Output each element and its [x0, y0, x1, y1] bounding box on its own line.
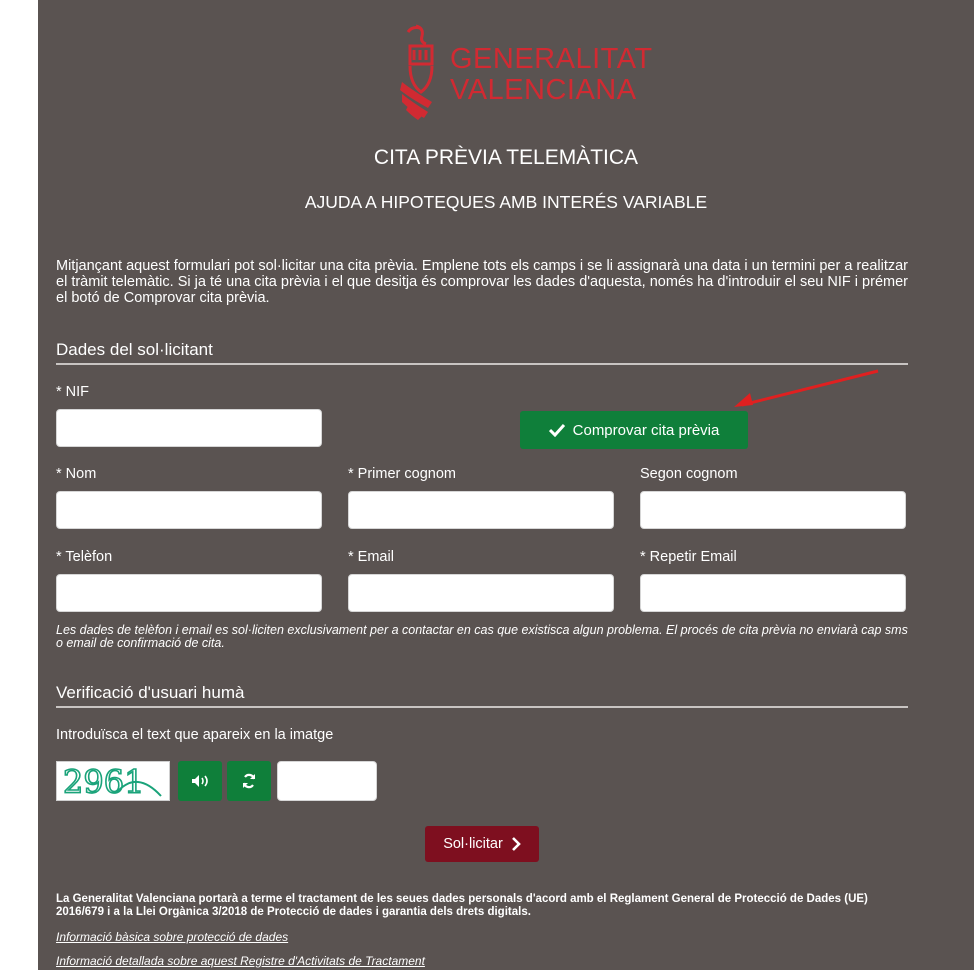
email-repeat-input[interactable] — [640, 574, 906, 612]
verification-section-divider — [56, 706, 908, 708]
logo-line1: GENERALITAT — [450, 43, 653, 75]
chevron-right-icon — [511, 837, 521, 851]
name-label: * Nom — [56, 466, 97, 482]
check-appointment-button[interactable]: Comprovar cita prèvia — [520, 411, 748, 449]
intro-text: Mitjançant aquest formulari pot sol·lici… — [56, 258, 908, 306]
form-panel: GENERALITAT VALENCIANA CITA PRÈVIA TELEM… — [38, 0, 974, 970]
captcha-refresh-button[interactable] — [227, 761, 271, 801]
captcha-input[interactable] — [277, 761, 377, 801]
nif-label: * NIF — [56, 384, 90, 400]
page-title: CITA PRÈVIA TELEMÀTICA — [373, 146, 639, 169]
red-arrow-annotation — [734, 369, 879, 407]
basic-data-protection-link[interactable]: Informació bàsica sobre protecció de dad… — [56, 930, 288, 944]
check-appointment-label: Comprovar cita prèvia — [572, 421, 720, 439]
refresh-icon — [242, 773, 256, 789]
contact-note: Les dades de telèfon i email es sol·lici… — [56, 623, 908, 650]
captcha-image: 2961 — [56, 761, 170, 802]
detailed-processing-registry-link[interactable]: Informació detallada sobre aquest Regist… — [56, 954, 425, 968]
generalitat-logo: GENERALITAT VALENCIANA — [398, 22, 652, 122]
coat-of-arms-icon — [400, 24, 434, 120]
nif-input[interactable] — [56, 409, 322, 447]
email-input[interactable] — [348, 574, 614, 612]
email-repeat-label: * Repetir Email — [640, 549, 737, 565]
checkmark-icon — [548, 423, 565, 437]
page-subtitle: AJUDA A HIPOTEQUES AMB INTERÉS VARIABLE — [304, 192, 708, 212]
surname2-label: Segon cognom — [640, 466, 738, 482]
phone-label: * Telèfon — [56, 549, 113, 565]
verification-section-heading: Verificació d'usuari humà — [56, 683, 245, 702]
surname1-label: * Primer cognom — [348, 466, 456, 482]
name-input[interactable] — [56, 491, 322, 529]
submit-button[interactable]: Sol·licitar — [425, 826, 539, 862]
captcha-audio-button[interactable] — [178, 761, 222, 801]
surname2-input[interactable] — [640, 491, 906, 529]
applicant-section-heading: Dades del sol·licitant — [56, 340, 213, 359]
logo-line2: VALENCIANA — [450, 74, 637, 106]
phone-input[interactable] — [56, 574, 322, 612]
submit-label: Sol·licitar — [443, 836, 503, 852]
email-label: * Email — [348, 549, 394, 565]
surname1-input[interactable] — [348, 491, 614, 529]
captcha-graphic: 2961 — [62, 762, 162, 802]
legal-text: La Generalitat Valenciana portarà a term… — [56, 893, 868, 918]
volume-icon — [192, 775, 208, 787]
captcha-instruction: Introduïsca el text que apareix en la im… — [56, 727, 334, 743]
